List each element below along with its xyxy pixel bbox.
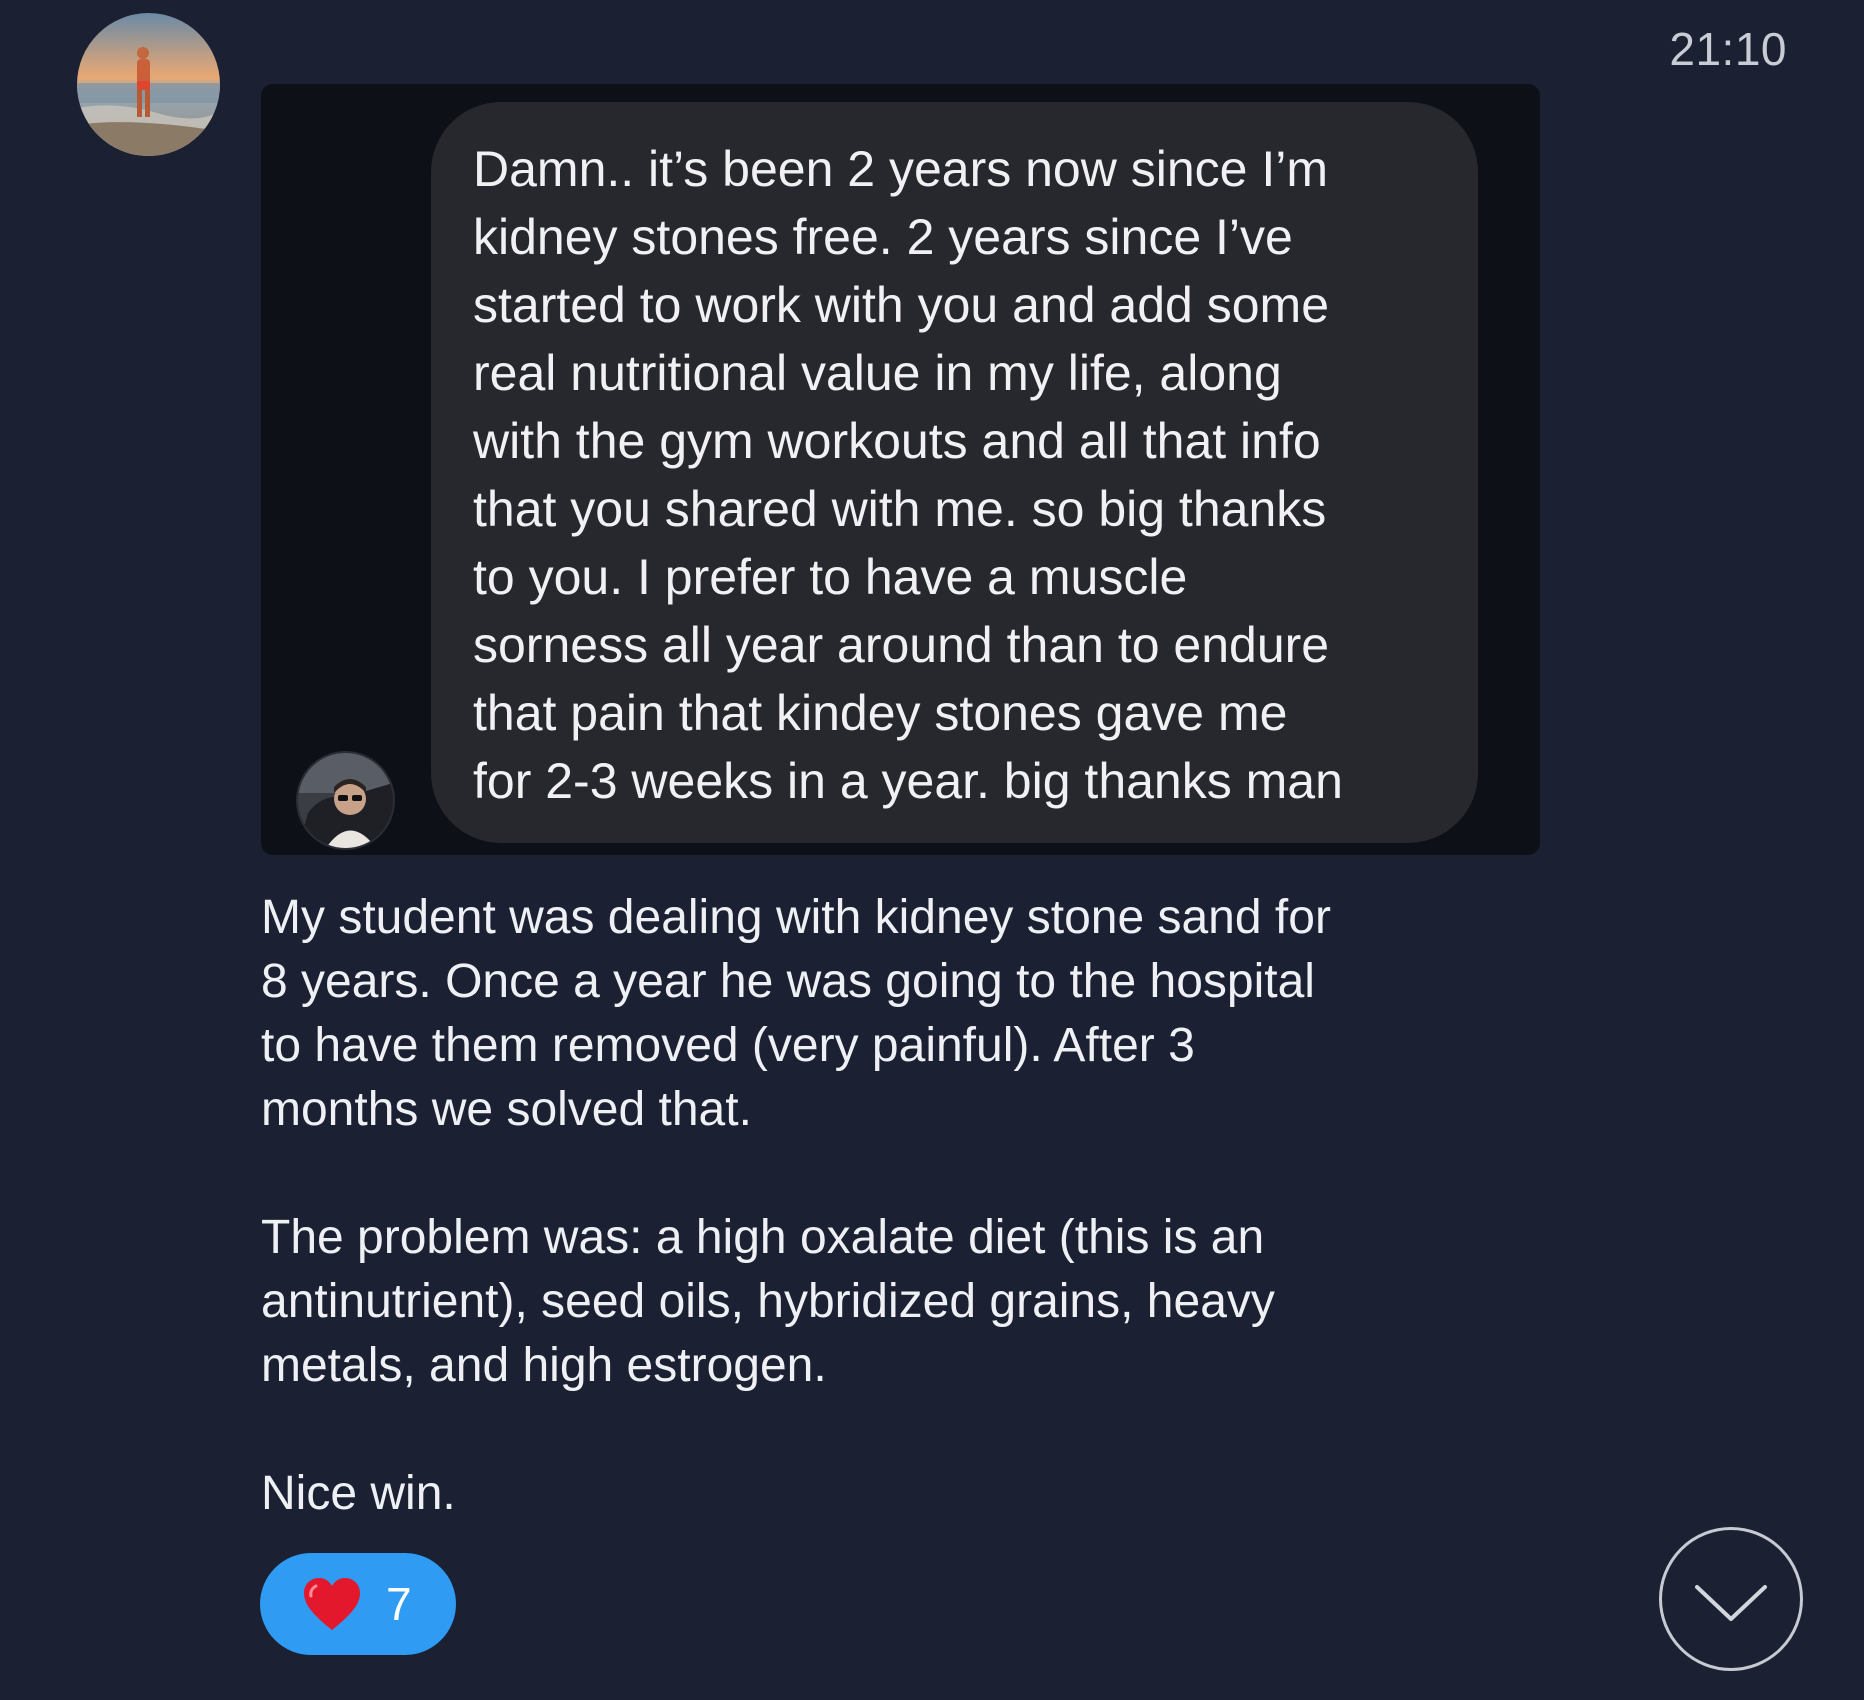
heart-icon	[304, 1578, 360, 1630]
message-body: My student was dealing with kidney stone…	[261, 886, 1561, 1590]
scroll-to-bottom-button[interactable]	[1659, 1527, 1803, 1671]
reaction-count: 7	[386, 1578, 412, 1630]
message-paragraph: The problem was: a high oxalate diet (th…	[261, 1211, 1275, 1392]
quoted-message-text: Damn.. it’s been 2 years now since I’m k…	[473, 141, 1343, 809]
message-timestamp: 21:10	[1669, 23, 1787, 75]
friend-avatar	[296, 751, 395, 850]
message-paragraph: My student was dealing with kidney stone…	[261, 891, 1331, 1136]
message-paragraph: Nice win.	[261, 1467, 456, 1520]
sender-avatar[interactable]	[77, 13, 220, 156]
quoted-message-bubble: Damn.. it’s been 2 years now since I’m k…	[431, 102, 1478, 843]
sender-avatar-photo	[77, 13, 220, 156]
chevron-down-icon	[1695, 1585, 1767, 1621]
heart-reaction-button[interactable]: 7	[260, 1553, 456, 1655]
friend-avatar-photo	[298, 753, 393, 848]
